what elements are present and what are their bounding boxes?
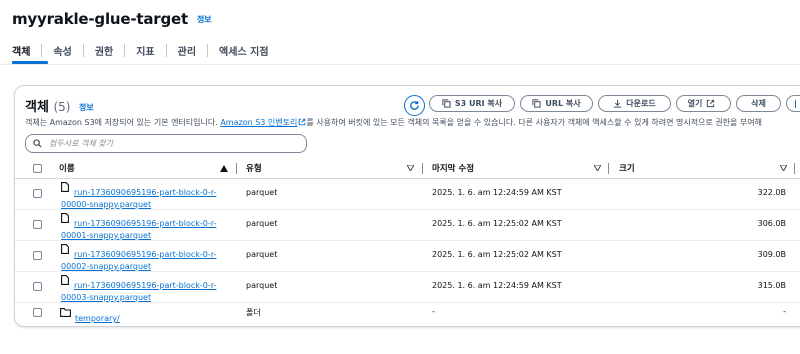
- objects-info-link[interactable]: 정보: [79, 103, 94, 112]
- search-input[interactable]: 접두사로 객체 찾기: [25, 134, 307, 153]
- object-modified: 2025. 1. 6. am 12:24:59 AM KST: [432, 188, 562, 197]
- object-modified: 2025. 1. 6. am 12:25:02 AM KST: [432, 219, 562, 228]
- column-divider: [794, 162, 795, 174]
- folder-link[interactable]: temporary/: [75, 306, 120, 325]
- copy-icon: [532, 99, 541, 108]
- file-icon: [61, 244, 69, 254]
- download-button[interactable]: 다운로드: [598, 95, 671, 112]
- sort-ascending-icon[interactable]: [220, 160, 228, 176]
- select-all-checkbox-wrap: [33, 160, 42, 176]
- copy-s3-uri-button[interactable]: S3 URI 복사: [429, 95, 515, 112]
- select-all-checkbox[interactable]: [33, 163, 42, 173]
- column-header-name[interactable]: 이름: [59, 160, 75, 176]
- row-checkbox[interactable]: [33, 189, 42, 198]
- objects-heading: 객체 (5) 정보: [25, 96, 94, 115]
- sort-icon[interactable]: [594, 160, 601, 176]
- column-header-modified[interactable]: 마지막 수정: [432, 160, 474, 176]
- object-size: 309.0B: [757, 250, 786, 259]
- download-icon: [614, 99, 622, 108]
- bucket-name: myyrakle-glue-target: [12, 10, 188, 28]
- refresh-icon: [410, 101, 419, 110]
- tab-permissions[interactable]: 권한: [84, 43, 124, 58]
- download-label: 다운로드: [626, 99, 656, 108]
- object-type: parquet: [246, 188, 278, 197]
- tab-objects[interactable]: 객체: [12, 43, 41, 58]
- object-size: -: [783, 307, 786, 316]
- more-actions-cutoff: [795, 99, 800, 108]
- row-divider: [15, 240, 800, 241]
- sort-icon[interactable]: [780, 160, 787, 176]
- object-modified: 2025. 1. 6. am 12:25:02 AM KST: [432, 250, 562, 259]
- object-type: 폴더: [246, 308, 261, 317]
- header-divider: [15, 178, 800, 179]
- column-divider: [608, 162, 609, 174]
- external-link-icon: [707, 99, 715, 108]
- search-icon: [33, 139, 42, 148]
- objects-title: 객체: [25, 100, 49, 115]
- file-icon: [61, 275, 69, 285]
- copy-url-label: URL 복사: [545, 99, 581, 108]
- info-link[interactable]: 정보: [197, 15, 212, 24]
- delete-label: 삭제: [751, 99, 766, 108]
- row-checkbox[interactable]: [33, 220, 42, 229]
- row-checkbox[interactable]: [33, 308, 42, 317]
- object-modified: 2025. 1. 6. am 12:24:59 AM KST: [432, 281, 562, 290]
- search-placeholder: 접두사로 객체 찾기: [49, 139, 113, 148]
- tab-management[interactable]: 관리: [167, 43, 207, 58]
- description-suffix: 를 사용하여 버킷에 있는 모든 객체의 목록을 얻을 수 있습니다. 다른 사…: [306, 118, 763, 127]
- inventory-link[interactable]: Amazon S3 인벤토리: [220, 118, 306, 127]
- row-divider: [15, 209, 800, 210]
- objects-description: 객체는 Amazon S3에 저장되어 있는 기본 엔터티입니다. Amazon…: [25, 117, 762, 128]
- object-size: 322.0B: [757, 188, 786, 197]
- folder-icon: [60, 308, 71, 317]
- object-type: parquet: [246, 219, 278, 228]
- tab-access-points[interactable]: 액세스 지점: [208, 43, 279, 58]
- row-checkbox[interactable]: [33, 251, 42, 260]
- open-button[interactable]: 열기: [676, 95, 731, 112]
- column-header-type[interactable]: 유형: [246, 160, 262, 176]
- delete-button[interactable]: 삭제: [736, 95, 781, 112]
- tab-properties[interactable]: 속성: [42, 43, 82, 58]
- row-divider: [15, 271, 800, 272]
- copy-s3-uri-label: S3 URI 복사: [454, 99, 503, 108]
- row-checkbox[interactable]: [33, 282, 42, 291]
- object-modified: -: [432, 307, 435, 316]
- refresh-button[interactable]: [404, 95, 425, 116]
- object-size: 315.0B: [757, 281, 786, 290]
- object-type: parquet: [246, 250, 278, 259]
- sort-icon[interactable]: [407, 160, 414, 176]
- object-size: 306.0B: [757, 219, 786, 228]
- tab-metrics[interactable]: 지표: [125, 43, 165, 58]
- objects-count: (5): [53, 100, 71, 114]
- column-divider: [422, 162, 423, 174]
- copy-icon: [442, 99, 451, 108]
- description-prefix: 객체는 Amazon S3에 저장되어 있는 기본 엔터티입니다.: [25, 118, 218, 127]
- column-header-size[interactable]: 크기: [619, 160, 635, 176]
- open-label: 열기: [687, 99, 703, 108]
- file-icon: [61, 213, 69, 223]
- tab-divider-line: [0, 64, 800, 65]
- row-divider: [15, 302, 800, 303]
- file-icon: [61, 182, 69, 192]
- tab-bar: 객체 속성 권한 지표 관리 액세스 지점: [12, 43, 280, 58]
- more-actions-button[interactable]: [786, 95, 800, 112]
- column-divider: [236, 162, 237, 174]
- copy-url-button[interactable]: URL 복사: [520, 95, 593, 112]
- page-title: myyrakle-glue-target 정보: [12, 10, 212, 28]
- object-type: parquet: [246, 281, 278, 290]
